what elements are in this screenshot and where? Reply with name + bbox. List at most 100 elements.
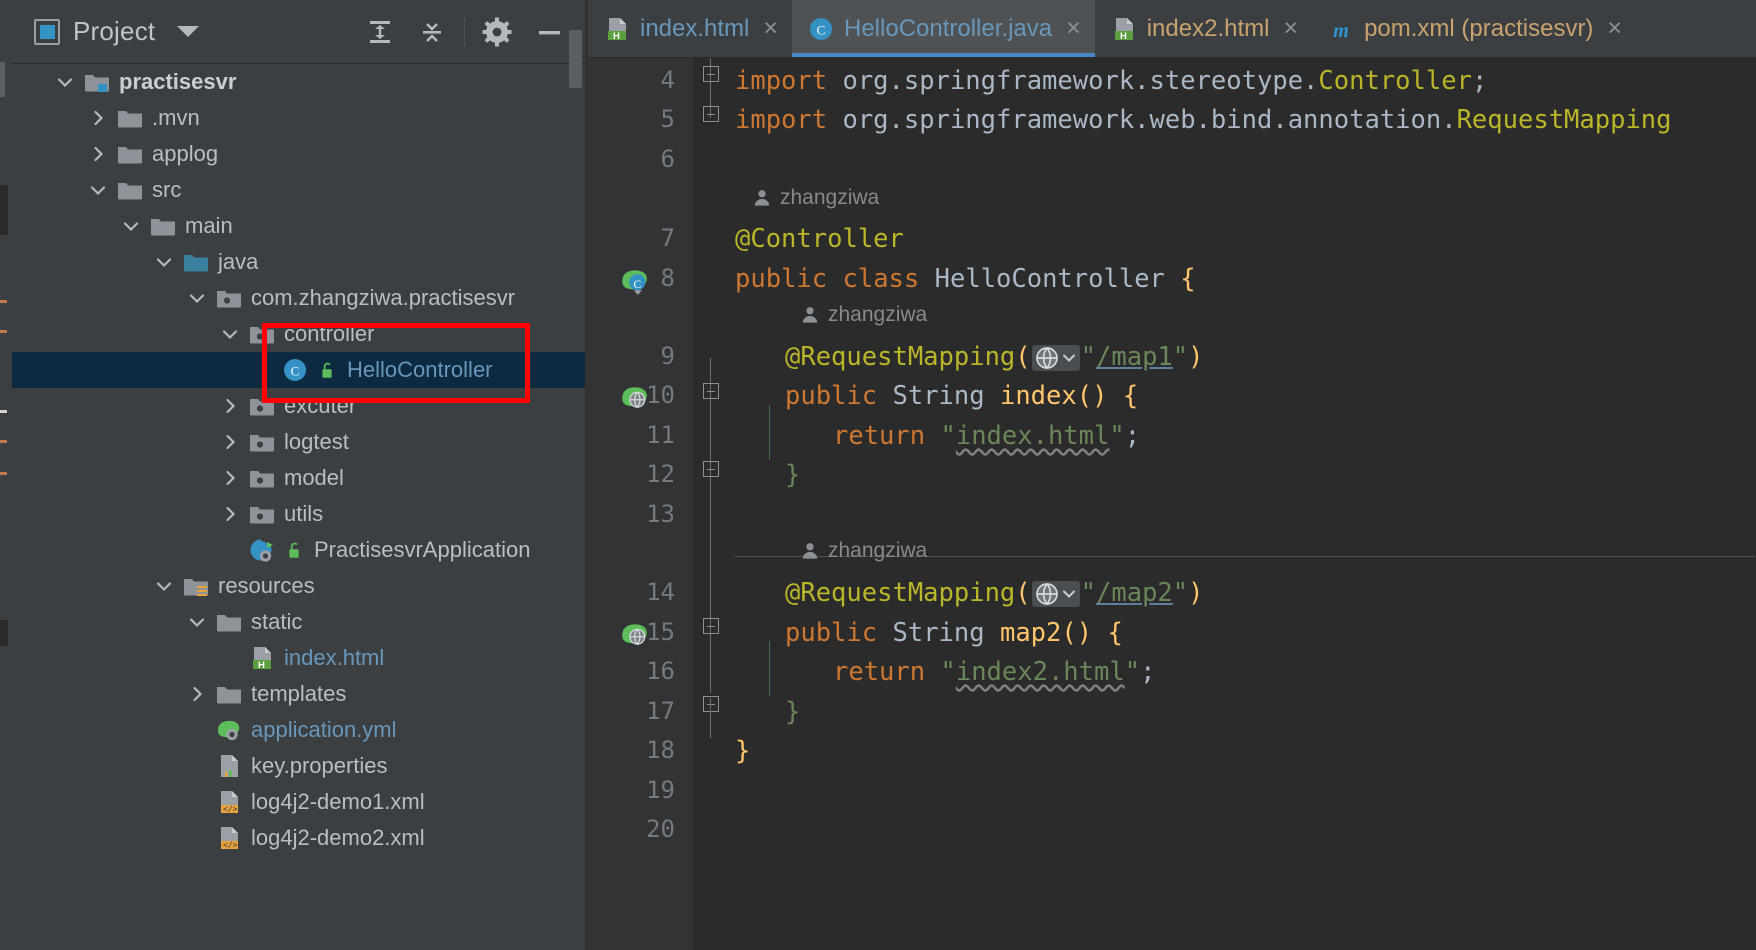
fold-toggle-icon[interactable] [703, 618, 719, 634]
chevron-right-icon[interactable] [186, 683, 208, 705]
resource-root-icon [183, 573, 209, 599]
chevron-down-icon[interactable] [153, 575, 175, 597]
editor-tab-pom-xml-practisesvr-[interactable]: m pom.xml (practisesvr) × [1312, 0, 1636, 57]
mapping-url-link[interactable]: /map1 [1096, 342, 1173, 372]
chevron-down-icon[interactable] [186, 611, 208, 633]
spring-boot-app-icon [249, 537, 275, 563]
tree-scrollbar[interactable] [569, 30, 582, 88]
chevron-right-icon[interactable] [219, 467, 241, 489]
close-icon[interactable]: × [1607, 14, 1622, 43]
code-line[interactable]: return "index.html"; [833, 421, 1140, 451]
fold-toggle-icon[interactable] [703, 66, 719, 82]
tree-item-hellocontroller[interactable]: C HelloController [12, 352, 597, 388]
line-number: 16 [646, 657, 675, 685]
spring-mapping-icon[interactable] [620, 383, 650, 413]
tree-item-index-html[interactable]: Hindex.html [12, 640, 585, 676]
globe-icon[interactable] [1034, 345, 1060, 371]
vcs-author-name: zhangziwa [828, 303, 928, 326]
tree-item-static[interactable]: static [12, 604, 585, 640]
editor-tab-index-html[interactable]: Hindex.html × [588, 0, 792, 57]
code-line[interactable]: @Controller [735, 224, 904, 254]
editor-gutter[interactable]: 4 5 6 7 8 9 10 11 12 13 14 15 16 17 18 19 20 C [588, 58, 693, 950]
editor-tab-bar[interactable]: Hindex.html × C HelloController.java × Hindex… [588, 0, 1756, 58]
close-icon[interactable]: × [1066, 14, 1081, 43]
mapping-url-link[interactable]: /map2 [1096, 578, 1173, 608]
tree-item-log4j2-demo1-xml[interactable]: </> log4j2-demo1.xml [12, 784, 585, 820]
vcs-author-name: zhangziwa [780, 186, 880, 209]
code-line[interactable]: import org.springframework.stereotype.Co… [735, 66, 1487, 96]
collapse-all-icon[interactable] [406, 0, 458, 64]
editor-tab-index2-html[interactable]: Hindex2.html × [1095, 0, 1312, 57]
code-line[interactable]: public class HelloController { [735, 264, 1196, 294]
globe-icon[interactable] [1034, 581, 1060, 607]
code-line[interactable]: @RequestMapping("/map1") [785, 342, 1204, 372]
tree-item-com-zhangziwa-practisesvr[interactable]: com.zhangziwa.practisesvr [12, 280, 585, 316]
spring-bean-icon[interactable]: C [620, 266, 650, 296]
fold-toggle-icon[interactable] [703, 696, 719, 712]
tree-item-model[interactable]: model [12, 460, 585, 496]
person-icon [751, 187, 773, 209]
package-icon [249, 393, 275, 419]
tree-item-templates[interactable]: templates [12, 676, 585, 712]
tree-item-label: logtest [284, 429, 349, 454]
code-editor-canvas[interactable]: import org.springframework.stereotype.Co… [729, 58, 1756, 950]
expand-all-icon[interactable] [354, 0, 406, 64]
svg-text:</>: </> [223, 805, 238, 814]
code-line[interactable]: public String map2() { [785, 618, 1123, 648]
code-line[interactable]: } [785, 460, 800, 490]
tree-item-label: src [152, 177, 182, 202]
left-edge-strip [0, 0, 12, 950]
chevron-down-icon[interactable] [54, 71, 76, 93]
gear-icon[interactable] [471, 0, 523, 64]
code-line[interactable]: public String index() { [785, 381, 1138, 411]
tree-item-application-yml[interactable]: application.yml [12, 712, 585, 748]
tree-item--mvn[interactable]: .mvn [12, 100, 585, 136]
folder-icon [117, 141, 143, 167]
close-icon[interactable]: × [763, 14, 778, 43]
spring-yaml-icon [216, 717, 242, 743]
request-mapping-inlay[interactable] [1031, 345, 1080, 371]
chevron-down-icon[interactable] [177, 26, 200, 37]
svg-text:</>: </> [223, 841, 238, 850]
tree-item-controller[interactable]: controller [12, 316, 585, 352]
editor-tab-hellocontroller-java[interactable]: C HelloController.java × [792, 0, 1095, 57]
chevron-down-icon[interactable] [87, 179, 109, 201]
project-tree[interactable]: practisesvr .mvn applog src main java com.zhan… [12, 64, 597, 950]
tree-item-resources[interactable]: resources [12, 568, 585, 604]
tree-item-practisesvrapplication[interactable]: PractisesvrApplication [12, 532, 585, 568]
code-line[interactable]: return "index2.html"; [833, 657, 1155, 687]
tree-item-main[interactable]: main [12, 208, 585, 244]
chevron-down-icon[interactable] [120, 215, 142, 237]
chevron-right-icon[interactable] [87, 107, 109, 129]
code-line[interactable]: } [785, 697, 800, 727]
fold-toggle-icon[interactable] [703, 461, 719, 477]
chevron-down-icon[interactable] [186, 287, 208, 309]
tree-item-excuter[interactable]: excuter [12, 388, 585, 424]
tree-item-src[interactable]: src [12, 172, 585, 208]
close-icon[interactable]: × [1283, 14, 1298, 43]
chevron-right-icon[interactable] [219, 503, 241, 525]
tree-item-utils[interactable]: utils [12, 496, 585, 532]
html-file-icon: H [249, 645, 275, 671]
code-line[interactable]: import org.springframework.web.bind.anno… [735, 105, 1672, 135]
fold-toggle-icon[interactable] [703, 383, 719, 399]
code-folding-strip[interactable] [693, 58, 729, 950]
chevron-down-icon[interactable] [153, 251, 175, 273]
line-number: 13 [646, 500, 675, 528]
tree-item-logtest[interactable]: logtest [12, 424, 585, 460]
request-mapping-inlay[interactable] [1031, 581, 1080, 607]
tree-item-log4j2-demo2-xml[interactable]: </> log4j2-demo2.xml [12, 820, 585, 856]
chevron-right-icon[interactable] [87, 143, 109, 165]
minimize-icon[interactable] [523, 0, 575, 64]
chevron-right-icon[interactable] [219, 395, 241, 417]
tree-item-key-properties[interactable]: key.properties [12, 748, 585, 784]
fold-toggle-icon[interactable] [703, 106, 719, 122]
chevron-right-icon[interactable] [219, 431, 241, 453]
code-line[interactable]: @RequestMapping("/map2") [785, 578, 1204, 608]
spring-mapping-icon[interactable] [620, 620, 650, 650]
chevron-down-icon[interactable] [219, 323, 241, 345]
tree-item-applog[interactable]: applog [12, 136, 585, 172]
tree-item-practisesvr[interactable]: practisesvr [12, 64, 585, 100]
code-line[interactable]: } [735, 736, 750, 766]
tree-item-java[interactable]: java [12, 244, 585, 280]
